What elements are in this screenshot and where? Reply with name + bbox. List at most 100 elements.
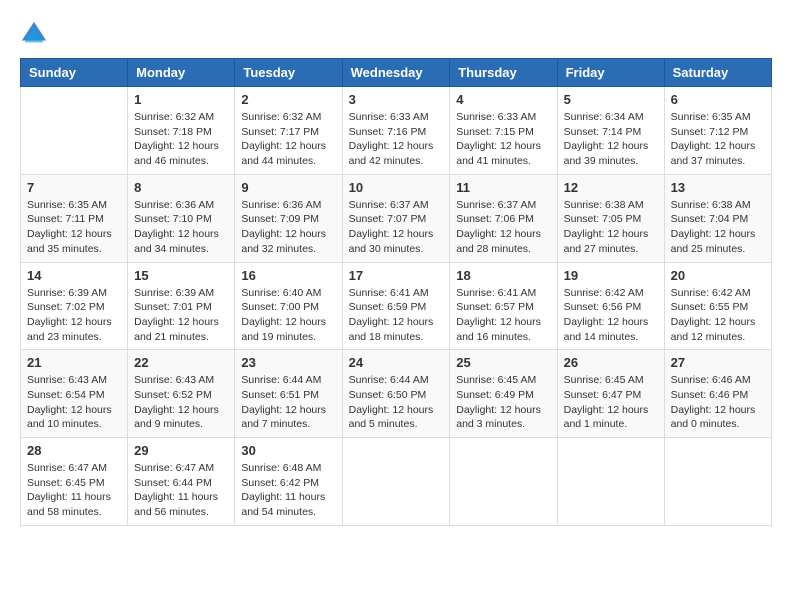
calendar-header-row: SundayMondayTuesdayWednesdayThursdayFrid… bbox=[21, 59, 772, 87]
day-number: 13 bbox=[671, 180, 765, 195]
day-info: Sunrise: 6:44 AM Sunset: 6:50 PM Dayligh… bbox=[349, 373, 444, 432]
day-number: 25 bbox=[456, 355, 550, 370]
day-info: Sunrise: 6:37 AM Sunset: 7:07 PM Dayligh… bbox=[349, 198, 444, 257]
calendar-cell: 8 Sunrise: 6:36 AM Sunset: 7:10 PM Daylig… bbox=[128, 174, 235, 262]
day-info: Sunrise: 6:43 AM Sunset: 6:54 PM Dayligh… bbox=[27, 373, 121, 432]
calendar-cell: 9Sunrise: 6:36 AM Sunset: 7:09 PM Daylig… bbox=[235, 174, 342, 262]
calendar-week-row: 1 Sunrise: 6:32 AM Sunset: 7:18 PM Daylig… bbox=[21, 87, 772, 175]
day-number: 20 bbox=[671, 268, 765, 283]
calendar-cell: 30 Sunrise: 6:48 AM Sunset: 6:42 PM Dayli… bbox=[235, 438, 342, 526]
day-number: 23 bbox=[241, 355, 335, 370]
day-number: 7 bbox=[27, 180, 121, 195]
day-info: Sunrise: 6:34 AM Sunset: 7:14 PM Dayligh… bbox=[564, 110, 658, 169]
calendar-cell bbox=[21, 87, 128, 175]
calendar-cell: 26 Sunrise: 6:45 AM Sunset: 6:47 PM Dayli… bbox=[557, 350, 664, 438]
day-number: 26 bbox=[564, 355, 658, 370]
day-info: Sunrise: 6:47 AM Sunset: 6:45 PM Dayligh… bbox=[27, 461, 121, 520]
day-number: 6 bbox=[671, 92, 765, 107]
calendar-cell bbox=[450, 438, 557, 526]
day-info: Sunrise: 6:41 AM Sunset: 6:57 PM Dayligh… bbox=[456, 286, 550, 345]
calendar-table: SundayMondayTuesdayWednesdayThursdayFrid… bbox=[20, 58, 772, 526]
calendar-cell: 22 Sunrise: 6:43 AM Sunset: 6:52 PM Dayli… bbox=[128, 350, 235, 438]
weekday-header: Sunday bbox=[21, 59, 128, 87]
calendar-cell: 25 Sunrise: 6:45 AM Sunset: 6:49 PM Dayli… bbox=[450, 350, 557, 438]
day-number: 8 bbox=[134, 180, 228, 195]
calendar-cell: 1 Sunrise: 6:32 AM Sunset: 7:18 PM Daylig… bbox=[128, 87, 235, 175]
day-number: 1 bbox=[134, 92, 228, 107]
calendar-cell: 21 Sunrise: 6:43 AM Sunset: 6:54 PM Dayli… bbox=[21, 350, 128, 438]
day-number: 15 bbox=[134, 268, 228, 283]
day-info: Sunrise: 6:32 AM Sunset: 7:18 PM Dayligh… bbox=[134, 110, 228, 169]
day-number: 21 bbox=[27, 355, 121, 370]
day-number: 16 bbox=[241, 268, 335, 283]
day-info: Sunrise: 6:47 AM Sunset: 6:44 PM Dayligh… bbox=[134, 461, 228, 520]
day-info: Sunrise: 6:44 AM Sunset: 6:51 PM Dayligh… bbox=[241, 373, 335, 432]
day-number: 5 bbox=[564, 92, 658, 107]
day-number: 4 bbox=[456, 92, 550, 107]
day-info: Sunrise: 6:45 AM Sunset: 6:47 PM Dayligh… bbox=[564, 373, 658, 432]
calendar-cell: 5 Sunrise: 6:34 AM Sunset: 7:14 PM Daylig… bbox=[557, 87, 664, 175]
day-number: 24 bbox=[349, 355, 444, 370]
day-number: 27 bbox=[671, 355, 765, 370]
day-info: Sunrise: 6:46 AM Sunset: 6:46 PM Dayligh… bbox=[671, 373, 765, 432]
calendar-cell: 14 Sunrise: 6:39 AM Sunset: 7:02 PM Dayli… bbox=[21, 262, 128, 350]
calendar-cell: 10 Sunrise: 6:37 AM Sunset: 7:07 PM Dayli… bbox=[342, 174, 450, 262]
weekday-header: Friday bbox=[557, 59, 664, 87]
day-info: Sunrise: 6:33 AM Sunset: 7:15 PM Dayligh… bbox=[456, 110, 550, 169]
day-info: Sunrise: 6:36 AM Sunset: 7:10 PM Dayligh… bbox=[134, 198, 228, 257]
calendar-cell: 19Sunrise: 6:42 AM Sunset: 6:56 PM Dayli… bbox=[557, 262, 664, 350]
calendar-cell: 28 Sunrise: 6:47 AM Sunset: 6:45 PM Dayli… bbox=[21, 438, 128, 526]
calendar-cell: 23 Sunrise: 6:44 AM Sunset: 6:51 PM Dayli… bbox=[235, 350, 342, 438]
calendar-cell: 12 Sunrise: 6:38 AM Sunset: 7:05 PM Dayli… bbox=[557, 174, 664, 262]
day-number: 12 bbox=[564, 180, 658, 195]
calendar-cell: 2Sunrise: 6:32 AM Sunset: 7:17 PM Daylig… bbox=[235, 87, 342, 175]
calendar-cell bbox=[664, 438, 771, 526]
weekday-header: Monday bbox=[128, 59, 235, 87]
day-info: Sunrise: 6:38 AM Sunset: 7:04 PM Dayligh… bbox=[671, 198, 765, 257]
day-number: 22 bbox=[134, 355, 228, 370]
day-info: Sunrise: 6:39 AM Sunset: 7:01 PM Dayligh… bbox=[134, 286, 228, 345]
day-info: Sunrise: 6:41 AM Sunset: 6:59 PM Dayligh… bbox=[349, 286, 444, 345]
day-number: 2 bbox=[241, 92, 335, 107]
logo-icon bbox=[20, 20, 48, 48]
calendar-cell: 16 Sunrise: 6:40 AM Sunset: 7:00 PM Dayli… bbox=[235, 262, 342, 350]
day-number: 28 bbox=[27, 443, 121, 458]
day-info: Sunrise: 6:35 AM Sunset: 7:11 PM Dayligh… bbox=[27, 198, 121, 257]
day-info: Sunrise: 6:37 AM Sunset: 7:06 PM Dayligh… bbox=[456, 198, 550, 257]
weekday-header: Wednesday bbox=[342, 59, 450, 87]
day-number: 18 bbox=[456, 268, 550, 283]
calendar-cell: 13 Sunrise: 6:38 AM Sunset: 7:04 PM Dayli… bbox=[664, 174, 771, 262]
calendar-cell: 18 Sunrise: 6:41 AM Sunset: 6:57 PM Dayli… bbox=[450, 262, 557, 350]
day-info: Sunrise: 6:43 AM Sunset: 6:52 PM Dayligh… bbox=[134, 373, 228, 432]
calendar-week-row: 7 Sunrise: 6:35 AM Sunset: 7:11 PM Daylig… bbox=[21, 174, 772, 262]
day-info: Sunrise: 6:35 AM Sunset: 7:12 PM Dayligh… bbox=[671, 110, 765, 169]
day-info: Sunrise: 6:45 AM Sunset: 6:49 PM Dayligh… bbox=[456, 373, 550, 432]
calendar-cell: 7 Sunrise: 6:35 AM Sunset: 7:11 PM Daylig… bbox=[21, 174, 128, 262]
calendar-cell: 3Sunrise: 6:33 AM Sunset: 7:16 PM Daylig… bbox=[342, 87, 450, 175]
calendar-cell: 17 Sunrise: 6:41 AM Sunset: 6:59 PM Dayli… bbox=[342, 262, 450, 350]
calendar-week-row: 28 Sunrise: 6:47 AM Sunset: 6:45 PM Dayli… bbox=[21, 438, 772, 526]
day-info: Sunrise: 6:38 AM Sunset: 7:05 PM Dayligh… bbox=[564, 198, 658, 257]
calendar-cell: 4 Sunrise: 6:33 AM Sunset: 7:15 PM Daylig… bbox=[450, 87, 557, 175]
weekday-header: Saturday bbox=[664, 59, 771, 87]
day-info: Sunrise: 6:39 AM Sunset: 7:02 PM Dayligh… bbox=[27, 286, 121, 345]
day-info: Sunrise: 6:40 AM Sunset: 7:00 PM Dayligh… bbox=[241, 286, 335, 345]
calendar-cell: 20 Sunrise: 6:42 AM Sunset: 6:55 PM Dayli… bbox=[664, 262, 771, 350]
day-info: Sunrise: 6:42 AM Sunset: 6:55 PM Dayligh… bbox=[671, 286, 765, 345]
logo bbox=[20, 20, 52, 48]
day-number: 30 bbox=[241, 443, 335, 458]
calendar-cell bbox=[557, 438, 664, 526]
calendar-cell: 11Sunrise: 6:37 AM Sunset: 7:06 PM Dayli… bbox=[450, 174, 557, 262]
calendar-cell bbox=[342, 438, 450, 526]
calendar-cell: 6 Sunrise: 6:35 AM Sunset: 7:12 PM Daylig… bbox=[664, 87, 771, 175]
calendar-cell: 27 Sunrise: 6:46 AM Sunset: 6:46 PM Dayli… bbox=[664, 350, 771, 438]
day-info: Sunrise: 6:48 AM Sunset: 6:42 PM Dayligh… bbox=[241, 461, 335, 520]
day-number: 14 bbox=[27, 268, 121, 283]
day-number: 10 bbox=[349, 180, 444, 195]
day-number: 29 bbox=[134, 443, 228, 458]
page-header bbox=[20, 20, 772, 48]
weekday-header: Thursday bbox=[450, 59, 557, 87]
day-number: 9 bbox=[241, 180, 335, 195]
calendar-week-row: 14 Sunrise: 6:39 AM Sunset: 7:02 PM Dayli… bbox=[21, 262, 772, 350]
day-number: 17 bbox=[349, 268, 444, 283]
